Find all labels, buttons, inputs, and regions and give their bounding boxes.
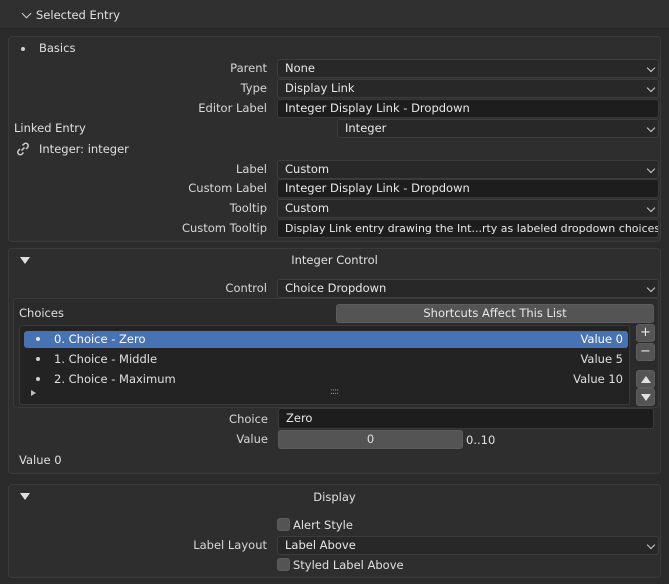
editor-label-field[interactable]: Integer Display Link - Dropdown: [277, 99, 659, 118]
alert-style-checkbox[interactable]: [277, 518, 290, 531]
parent-value: None: [285, 61, 316, 75]
add-item-button[interactable]: +: [636, 324, 655, 342]
custom-tooltip-field[interactable]: Display Link entry drawing the Int...rty…: [277, 219, 659, 238]
triangle-up-icon: [641, 376, 651, 383]
integer-control-title: Integer Control: [291, 253, 378, 267]
list-item-value: Value 10: [573, 372, 623, 386]
linked-entry-dropdown[interactable]: Integer: [337, 119, 659, 138]
label-value: Custom: [285, 162, 330, 176]
list-item-name: 0. Choice - Zero: [54, 332, 146, 346]
label-label: Label: [235, 162, 267, 176]
chevron-down-icon: [646, 540, 656, 550]
chevron-down-icon: [646, 283, 656, 293]
label-layout-dropdown[interactable]: Label Above: [277, 536, 659, 555]
chevron-down-icon: [646, 83, 656, 93]
bullet-icon: [36, 357, 40, 361]
basics-title: Basics: [39, 41, 76, 55]
type-label: Type: [240, 81, 267, 95]
tooltip-value: Custom: [285, 201, 330, 215]
list-item[interactable]: 1. Choice - Middle Value 5: [24, 351, 628, 368]
tooltip-dropdown[interactable]: Custom: [277, 199, 659, 218]
selected-entry-header[interactable]: Selected Entry: [0, 0, 669, 29]
filter-expand-icon[interactable]: [31, 390, 36, 396]
chevron-down-icon: [646, 63, 656, 73]
chevron-down-icon: [21, 8, 32, 19]
choice-field[interactable]: Zero: [278, 408, 654, 429]
link-target-text: Integer: integer: [39, 142, 129, 156]
bullet-icon: [36, 377, 40, 381]
move-up-button[interactable]: [636, 370, 655, 388]
chevron-down-icon: [646, 123, 656, 133]
linked-entry-value: Integer: [345, 121, 387, 135]
custom-label-label: Custom Label: [188, 181, 267, 195]
value-status-text: Value 0: [19, 453, 62, 467]
control-value: Choice Dropdown: [285, 281, 387, 295]
triangle-down-icon: [641, 394, 651, 401]
linked-entry-label: Linked Entry: [14, 121, 86, 135]
display-title: Display: [313, 490, 356, 504]
list-item-value: Value 0: [580, 332, 623, 346]
list-item-name: 2. Choice - Maximum: [54, 372, 176, 386]
label-dropdown[interactable]: Custom: [277, 160, 659, 179]
value-range-text: 0..10: [466, 433, 496, 447]
styled-label-above-checkbox[interactable]: [277, 558, 290, 571]
link-icon: [17, 142, 29, 156]
control-label: Control: [225, 281, 267, 295]
list-item[interactable]: 0. Choice - Zero Value 0: [24, 331, 628, 348]
choice-label: Choice: [229, 412, 268, 426]
chevron-down-icon: [646, 203, 656, 213]
move-down-button[interactable]: [636, 388, 655, 406]
choices-label: Choices: [19, 306, 64, 320]
chevron-down-icon: [646, 164, 656, 174]
list-item[interactable]: 2. Choice - Maximum Value 10: [24, 371, 628, 388]
editor-label-label: Editor Label: [198, 101, 267, 115]
value-slider-text: 0: [366, 432, 375, 446]
tooltip-label: Tooltip: [229, 201, 267, 215]
parent-dropdown[interactable]: None: [277, 59, 659, 78]
shortcuts-affect-list-button[interactable]: Shortcuts Affect This List: [336, 304, 654, 323]
bullet-icon: [21, 47, 25, 51]
control-dropdown[interactable]: Choice Dropdown: [277, 279, 659, 298]
bullet-icon: [36, 337, 40, 341]
type-value: Display Link: [285, 81, 355, 95]
parent-label: Parent: [230, 61, 267, 75]
header-title: Selected Entry: [36, 8, 121, 22]
value-label: Value: [236, 432, 268, 446]
label-layout-label: Label Layout: [193, 538, 267, 552]
custom-tooltip-label: Custom Tooltip: [181, 221, 267, 235]
type-dropdown[interactable]: Display Link: [277, 79, 659, 98]
list-item-value: Value 5: [580, 352, 623, 366]
custom-label-field[interactable]: Integer Display Link - Dropdown: [277, 179, 659, 198]
alert-style-label[interactable]: Alert Style: [293, 516, 353, 534]
styled-label-above-label[interactable]: Styled Label Above: [293, 556, 404, 574]
list-resize-grip[interactable]: ::::: [330, 387, 339, 397]
value-slider[interactable]: 0: [278, 430, 463, 449]
label-layout-value: Label Above: [285, 538, 356, 552]
remove-item-button[interactable]: −: [636, 343, 655, 361]
list-item-name: 1. Choice - Middle: [54, 352, 158, 366]
